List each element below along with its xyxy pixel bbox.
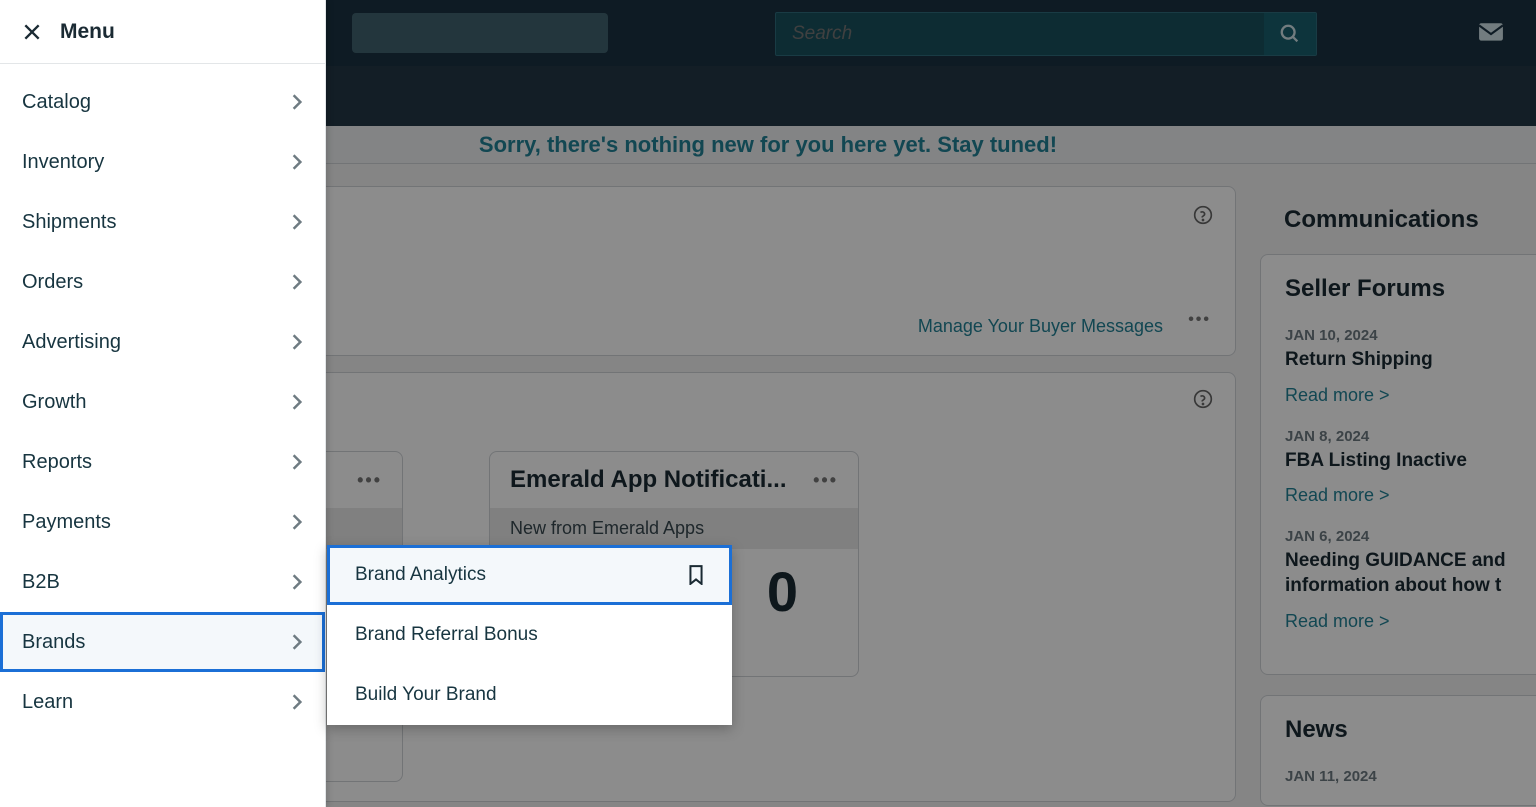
sidebar-item-advertising[interactable]: Advertising (0, 312, 325, 372)
sidebar-item-inventory[interactable]: Inventory (0, 132, 325, 192)
chevron-right-icon (291, 513, 303, 531)
flyout-item-brand-referral-bonus[interactable]: Brand Referral Bonus (327, 605, 732, 665)
chevron-right-icon (291, 393, 303, 411)
flyout-item-brand-analytics[interactable]: Brand Analytics (327, 545, 732, 605)
sidebar-item-shipments[interactable]: Shipments (0, 192, 325, 252)
sidebar-item-label: B2B (22, 571, 60, 594)
sidebar-item-label: Shipments (22, 211, 117, 234)
close-icon[interactable] (22, 22, 42, 42)
flyout-item-label: Brand Referral Bonus (355, 624, 538, 646)
menu-header: Menu (0, 0, 325, 64)
flyout-item-label: Brand Analytics (355, 564, 486, 586)
flyout-item-label: Build Your Brand (355, 684, 497, 706)
flyout-item-build-your-brand[interactable]: Build Your Brand (327, 665, 732, 725)
chevron-right-icon (291, 153, 303, 171)
sidebar-item-label: Reports (22, 451, 92, 474)
chevron-right-icon (291, 573, 303, 591)
chevron-right-icon (291, 273, 303, 291)
sidebar-item-label: Brands (22, 631, 85, 654)
menu-list: Catalog Inventory Shipments Orders Advertisi… (0, 64, 325, 740)
sidebar-item-label: Growth (22, 391, 86, 414)
brands-flyout: Brand Analytics Brand Referral Bonus Build… (327, 545, 732, 725)
sidebar-item-label: Advertising (22, 331, 121, 354)
sidebar-item-label: Orders (22, 271, 83, 294)
sidebar-item-orders[interactable]: Orders (0, 252, 325, 312)
sidebar-item-label: Inventory (22, 151, 104, 174)
chevron-right-icon (291, 453, 303, 471)
sidebar-item-growth[interactable]: Growth (0, 372, 325, 432)
chevron-right-icon (291, 333, 303, 351)
chevron-right-icon (291, 693, 303, 711)
sidebar-item-label: Catalog (22, 91, 91, 114)
chevron-right-icon (291, 93, 303, 111)
sidebar-item-payments[interactable]: Payments (0, 492, 325, 552)
sidebar-item-b2b[interactable]: B2B (0, 552, 325, 612)
chevron-right-icon (291, 633, 303, 651)
sidebar-item-reports[interactable]: Reports (0, 432, 325, 492)
bookmark-icon[interactable] (688, 565, 704, 585)
chevron-right-icon (291, 213, 303, 231)
main-menu: Menu Catalog Inventory Shipments Orders Adve… (0, 0, 326, 807)
sidebar-item-label: Payments (22, 511, 111, 534)
sidebar-item-brands[interactable]: Brands (0, 612, 325, 672)
sidebar-item-learn[interactable]: Learn (0, 672, 325, 732)
sidebar-item-catalog[interactable]: Catalog (0, 72, 325, 132)
menu-label: Menu (60, 20, 115, 44)
sidebar-item-label: Learn (22, 691, 73, 714)
